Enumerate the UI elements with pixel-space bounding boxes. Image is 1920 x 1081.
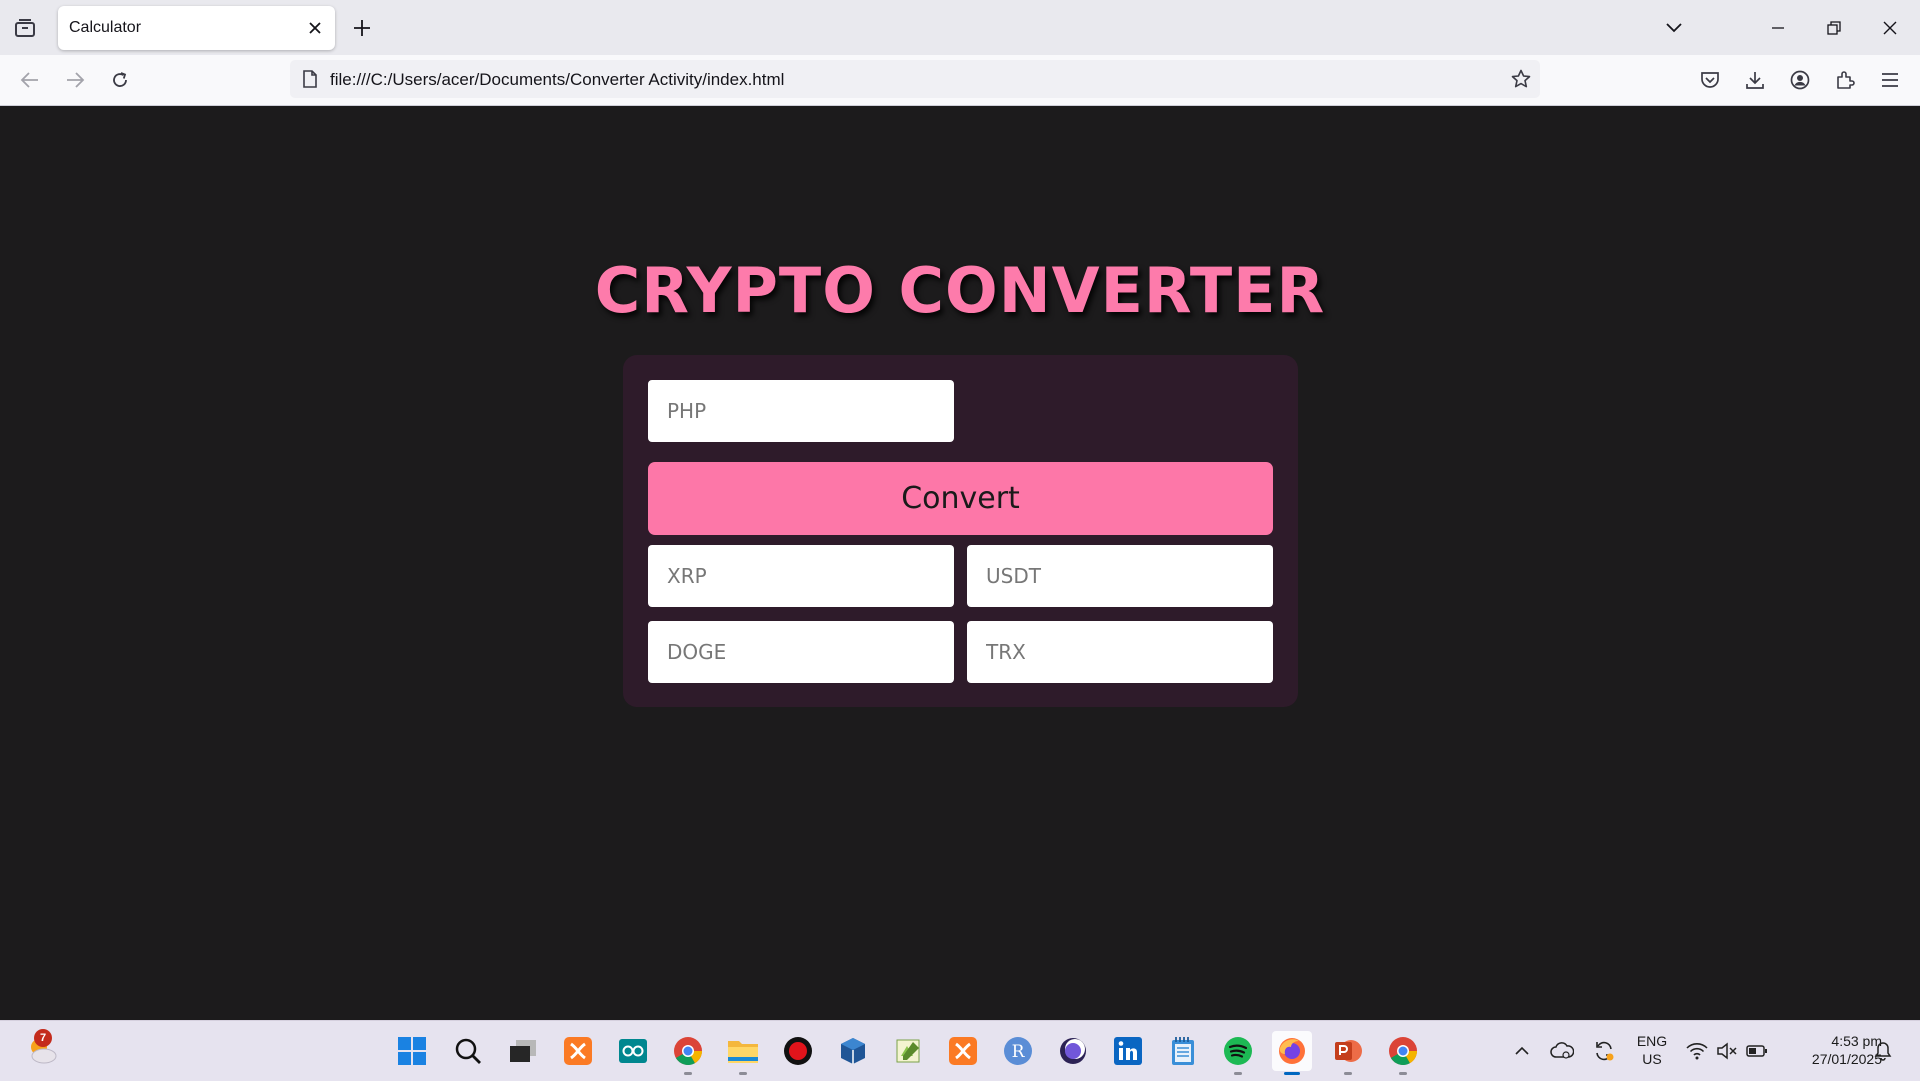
weather-notification-badge: 7 xyxy=(34,1029,52,1047)
eclipse-icon[interactable] xyxy=(1053,1031,1093,1071)
chrome-icon[interactable] xyxy=(668,1031,708,1075)
svg-text:R: R xyxy=(1012,1042,1026,1062)
notification-bell-icon[interactable] xyxy=(1868,1031,1898,1071)
windows-start-icon[interactable] xyxy=(392,1031,432,1071)
usdt-output[interactable] xyxy=(967,545,1273,607)
browser-tab-calculator[interactable]: Calculator xyxy=(58,6,335,50)
search-icon[interactable] xyxy=(448,1031,488,1071)
arduino-ide-icon[interactable] xyxy=(613,1031,653,1071)
tab-list-icon[interactable] xyxy=(12,15,38,41)
powerpoint-icon[interactable] xyxy=(1328,1031,1368,1075)
xampp-icon-2[interactable] xyxy=(943,1031,983,1071)
account-icon[interactable] xyxy=(1785,65,1815,95)
browser-toolbar: file:///C:/Users/acer/Documents/Converte… xyxy=(0,55,1920,106)
task-view-icon[interactable] xyxy=(503,1031,543,1071)
tray-chevron-up-icon[interactable] xyxy=(1504,1031,1540,1071)
close-tab-icon[interactable] xyxy=(303,16,327,40)
r-app-icon[interactable]: R xyxy=(998,1031,1038,1071)
close-window-icon[interactable] xyxy=(1874,12,1906,44)
running-indicator xyxy=(1234,1072,1242,1075)
trx-output[interactable] xyxy=(967,621,1273,683)
firefox-icon[interactable] xyxy=(1272,1031,1312,1075)
reload-icon[interactable] xyxy=(105,65,135,95)
spotify-icon[interactable] xyxy=(1218,1031,1258,1075)
volume-muted-icon[interactable] xyxy=(1712,1031,1742,1071)
language-indicator[interactable]: ENG US xyxy=(1634,1032,1670,1068)
running-indicator xyxy=(1399,1072,1407,1075)
page-icon xyxy=(299,68,321,90)
url-bar[interactable]: file:///C:/Users/acer/Documents/Converte… xyxy=(290,60,1540,98)
minimize-icon[interactable] xyxy=(1762,12,1794,44)
doge-output[interactable] xyxy=(648,621,954,683)
url-text: file:///C:/Users/acer/Documents/Converte… xyxy=(330,70,785,89)
clock[interactable]: 4:53 pm 27/01/2025 xyxy=(1778,1032,1882,1068)
active-indicator xyxy=(1284,1072,1300,1075)
cloud-sync-icon[interactable] xyxy=(1545,1031,1579,1071)
converter-panel: Convert xyxy=(623,355,1298,707)
extensions-icon[interactable] xyxy=(1830,65,1860,95)
downloads-icon[interactable] xyxy=(1740,65,1770,95)
bookmark-star-icon[interactable] xyxy=(1508,66,1534,92)
battery-icon[interactable] xyxy=(1742,1031,1772,1071)
back-arrow-icon[interactable] xyxy=(15,65,45,95)
file-explorer-icon[interactable] xyxy=(723,1031,763,1075)
running-indicator xyxy=(739,1072,747,1075)
notepad-plus-plus-icon[interactable] xyxy=(888,1031,928,1071)
xampp-icon[interactable] xyxy=(558,1031,598,1071)
virtualbox-icon[interactable] xyxy=(833,1031,873,1071)
chevron-down-icon[interactable] xyxy=(1658,12,1690,44)
linkedin-icon[interactable] xyxy=(1108,1031,1148,1071)
page-title: CRYPTO CONVERTER xyxy=(594,254,1326,327)
tab-title: Calculator xyxy=(69,19,142,36)
region-code: US xyxy=(1642,1051,1662,1067)
clock-time: 4:53 pm xyxy=(1831,1033,1882,1049)
update-sync-icon[interactable] xyxy=(1587,1031,1621,1071)
forward-arrow-icon[interactable] xyxy=(60,65,90,95)
pocket-icon[interactable] xyxy=(1695,65,1725,95)
wifi-icon[interactable] xyxy=(1682,1031,1712,1071)
php-input[interactable] xyxy=(648,380,954,442)
browser-tab-bar: Calculator xyxy=(0,0,1920,55)
clock-date: 27/01/2025 xyxy=(1811,1051,1882,1067)
chrome-icon-2[interactable] xyxy=(1383,1031,1423,1075)
running-indicator xyxy=(684,1072,692,1075)
convert-button[interactable]: Convert xyxy=(648,462,1273,535)
language-code: ENG xyxy=(1636,1033,1668,1049)
obs-studio-icon[interactable] xyxy=(778,1031,818,1071)
notepad-icon[interactable] xyxy=(1163,1031,1203,1071)
hamburger-menu-icon[interactable] xyxy=(1875,65,1905,95)
xrp-output[interactable] xyxy=(648,545,954,607)
new-tab-icon[interactable] xyxy=(348,14,376,42)
restore-icon[interactable] xyxy=(1818,12,1850,44)
windows-taskbar: R ENG US 4:53 pm 27/01/2025 xyxy=(0,1020,1920,1081)
running-indicator xyxy=(1344,1072,1352,1075)
